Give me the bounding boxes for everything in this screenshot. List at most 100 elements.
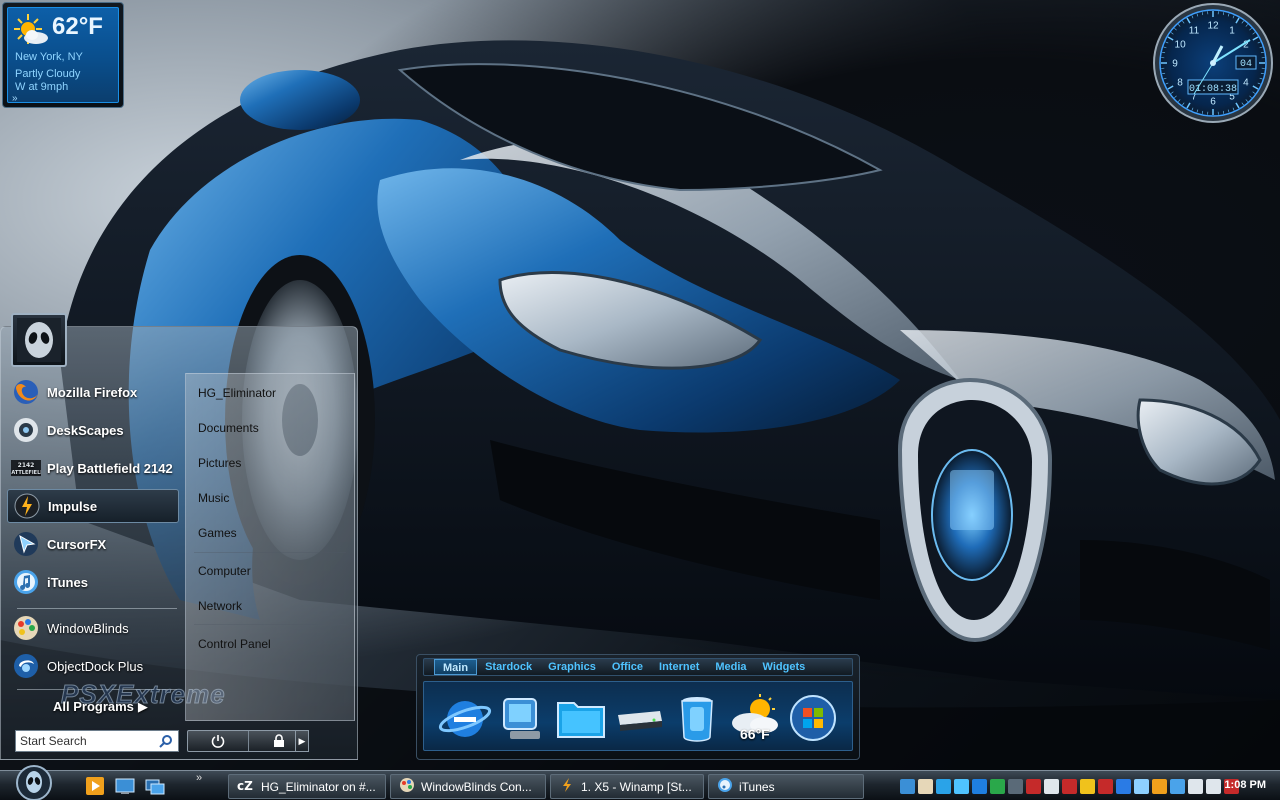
weather-widget[interactable]: 62°F New York, NY Partly Cloudy W at 9mp… <box>2 2 124 108</box>
places-divider <box>194 552 346 553</box>
recycle-bin-icon[interactable] <box>668 690 726 746</box>
start-button[interactable] <box>14 765 54 800</box>
task-hg-eliminator[interactable]: cZ HG_Eliminator on #... <box>228 774 386 799</box>
weather-icon[interactable]: 66°F <box>726 690 784 746</box>
program-label: Play Battlefield 2142 <box>47 460 173 476</box>
dock-tab-graphics[interactable]: Graphics <box>540 659 604 675</box>
clock-number: 1 <box>1229 26 1235 37</box>
clock-number: 12 <box>1207 21 1219 32</box>
dock-tab-widgets[interactable]: Widgets <box>755 659 814 675</box>
drive-icon[interactable] <box>610 690 668 746</box>
dock-tab-internet[interactable]: Internet <box>651 659 707 675</box>
internet-explorer-icon[interactable] <box>436 690 494 746</box>
security-tray-icon[interactable] <box>1062 778 1077 794</box>
place-documents[interactable]: Documents <box>198 421 259 435</box>
place-network[interactable]: Network <box>198 599 242 613</box>
itunes-tray-icon[interactable] <box>1170 778 1185 794</box>
user-picture[interactable] <box>11 313 67 367</box>
clock-number: 8 <box>1177 78 1183 89</box>
chat-icon: cZ <box>237 778 255 795</box>
show-desktop-icon[interactable] <box>114 775 136 797</box>
weather-temperature: 62°F <box>52 13 103 40</box>
firefox-icon <box>11 377 41 407</box>
cursorfx-icon <box>11 529 41 559</box>
clock-widget: 121234567891011 04 01:08:38 <box>1153 3 1273 123</box>
program-deskscapes[interactable]: DeskScapes <box>7 413 179 447</box>
all-programs-label: All Programs <box>53 699 134 714</box>
clock-number: 6 <box>1210 97 1216 108</box>
program-windowblinds[interactable]: WindowBlinds <box>7 611 179 645</box>
program-itunes[interactable]: iTunes <box>7 565 179 599</box>
weather-expand-button[interactable]: » <box>12 93 18 104</box>
place-user-folder[interactable]: HG_Eliminator <box>198 386 276 400</box>
place-computer[interactable]: Computer <box>198 564 251 578</box>
dock-tab-bar: Main Stardock Graphics Office Internet M… <box>423 658 853 676</box>
pinned-programs: Mozilla Firefox DeskScapes 2142BATTLEFIE… <box>7 373 181 713</box>
antivirus-tray-icon[interactable] <box>1026 778 1041 794</box>
task-label: WindowBlinds Con... <box>421 779 532 794</box>
switch-windows-icon[interactable] <box>144 775 166 797</box>
start-search-input[interactable] <box>16 731 156 751</box>
weather-panel: 62°F New York, NY Partly Cloudy W at 9mp… <box>7 7 119 104</box>
cursorfx-tray-icon[interactable] <box>954 778 969 794</box>
program-cursorfx[interactable]: CursorFX <box>7 527 179 561</box>
taskbar-clock[interactable]: 1:08 PM <box>1224 779 1266 791</box>
windowblinds-icon <box>11 613 41 643</box>
network-status-tray-icon[interactable] <box>1206 778 1221 794</box>
shield-tray-icon[interactable] <box>1044 778 1059 794</box>
weather-condition: Partly Cloudy <box>15 68 81 80</box>
places-divider <box>194 624 346 625</box>
alien-avatar-icon <box>17 318 61 362</box>
folder-icon[interactable] <box>552 690 610 746</box>
program-firefox[interactable]: Mozilla Firefox <box>7 375 179 409</box>
winamp-tray-icon[interactable] <box>1152 778 1167 794</box>
monitor-tray-icon[interactable] <box>972 778 987 794</box>
power-controls <box>187 730 309 752</box>
app-tray-icon[interactable] <box>1098 778 1113 794</box>
start-orb-icon[interactable] <box>784 690 842 746</box>
task-label: 1. X5 - Winamp [St... <box>581 779 692 794</box>
place-games[interactable]: Games <box>198 526 237 540</box>
shutdown-options-button[interactable]: ▶ <box>295 730 309 752</box>
program-impulse[interactable]: Impulse <box>7 489 179 523</box>
clock-number: 10 <box>1175 40 1187 51</box>
all-programs-button[interactable]: All Programs ▶ <box>53 699 148 715</box>
objectdock-tray-icon[interactable] <box>936 778 951 794</box>
start-menu: Mozilla Firefox DeskScapes 2142BATTLEFIE… <box>0 313 358 760</box>
program-battlefield[interactable]: 2142BATTLEFIELD Play Battlefield 2142 <box>7 451 179 485</box>
alert-tray-icon[interactable] <box>1080 778 1095 794</box>
clock-date: 04 <box>1240 59 1252 70</box>
start-search-box[interactable] <box>15 730 179 752</box>
place-pictures[interactable]: Pictures <box>198 456 241 470</box>
power-button[interactable] <box>188 731 248 751</box>
place-music[interactable]: Music <box>198 491 229 505</box>
winamp-quicklaunch-icon[interactable] <box>84 775 106 797</box>
dock-tab-stardock[interactable]: Stardock <box>477 659 540 675</box>
dock-tab-main[interactable]: Main <box>434 659 478 675</box>
clock-number: 9 <box>1172 59 1178 70</box>
task-windowblinds[interactable]: WindowBlinds Con... <box>390 774 546 799</box>
device-tray-icon[interactable] <box>1008 778 1023 794</box>
sync-tray-icon[interactable] <box>1134 778 1149 794</box>
search-icon[interactable] <box>156 731 176 751</box>
itunes-icon <box>11 567 41 597</box>
task-winamp[interactable]: 1. X5 - Winamp [St... <box>550 774 704 799</box>
quick-launch <box>84 775 166 797</box>
program-objectdock[interactable]: ObjectDock Plus <box>7 649 179 683</box>
dock-tab-media[interactable]: Media <box>707 659 754 675</box>
place-control-panel[interactable]: Control Panel <box>198 637 271 651</box>
partly-cloudy-icon <box>12 12 50 53</box>
computer-icon[interactable] <box>494 690 552 746</box>
network-tray-icon[interactable] <box>900 778 915 794</box>
globe-tray-icon[interactable] <box>990 778 1005 794</box>
windowblinds-tray-icon[interactable] <box>918 778 933 794</box>
dock-tab-office[interactable]: Office <box>604 659 651 675</box>
task-itunes[interactable]: iTunes <box>708 774 864 799</box>
quick-launch-more-button[interactable]: » <box>196 772 202 784</box>
dock-shelf: 66°F <box>423 681 853 751</box>
display-tray-icon[interactable] <box>1188 778 1203 794</box>
places-pane: HG_Eliminator Documents Pictures Music G… <box>185 373 355 721</box>
impulse-icon <box>12 491 42 521</box>
messenger-tray-icon[interactable] <box>1116 778 1131 794</box>
winamp-icon <box>559 777 575 796</box>
